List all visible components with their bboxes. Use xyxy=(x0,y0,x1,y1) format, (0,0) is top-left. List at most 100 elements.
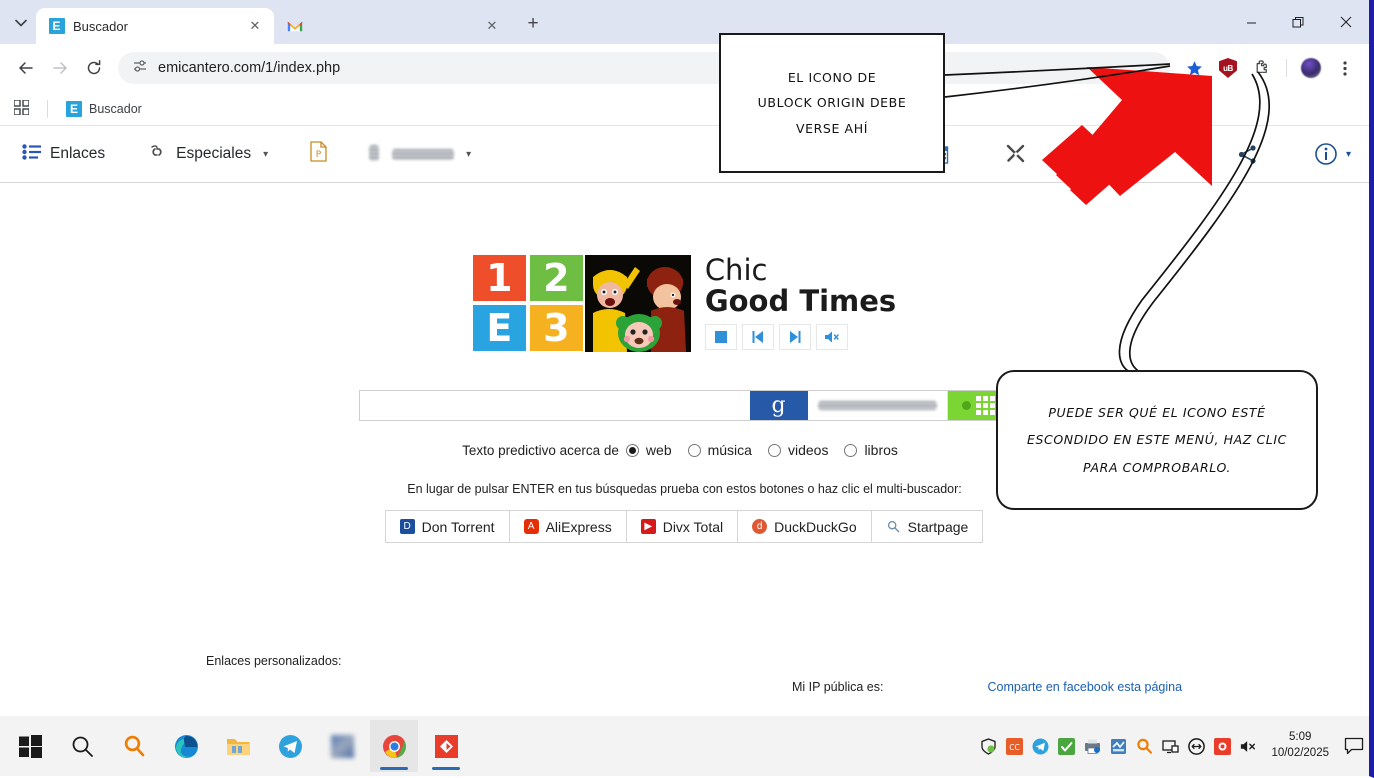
reload-icon[interactable] xyxy=(78,52,110,84)
display-tray-icon[interactable] xyxy=(1162,738,1180,755)
share-icon[interactable] xyxy=(1237,144,1258,165)
startpage-icon xyxy=(886,519,901,534)
close-icon[interactable]: ✕ xyxy=(483,17,501,35)
red-app-button[interactable] xyxy=(422,720,470,772)
aliexpress-icon: A xyxy=(523,519,539,534)
clock-time: 5:09 xyxy=(1289,731,1312,744)
file-explorer-button[interactable] xyxy=(214,720,262,772)
tab-search-icon[interactable] xyxy=(6,9,36,37)
custom-links-label: Enlaces personalizados: xyxy=(206,654,342,668)
telegram-button[interactable] xyxy=(266,720,314,772)
ip-row: Mi IP pública es: Comparte en facebook e… xyxy=(792,680,1182,694)
list-icon xyxy=(22,143,41,165)
network-tray-icon[interactable] xyxy=(1110,738,1127,755)
google-search-button[interactable]: g xyxy=(749,391,808,420)
toolbar-item-blurred[interactable]: ▾ xyxy=(369,145,471,163)
forward-icon[interactable] xyxy=(44,52,76,84)
blurred-icon xyxy=(369,145,383,163)
engine-button-startpage[interactable]: Startpage xyxy=(870,510,984,543)
close-icon[interactable]: ✕ xyxy=(246,17,264,35)
bookmark-label: Buscador xyxy=(89,101,142,116)
extensions-puzzle-icon[interactable] xyxy=(1246,52,1278,84)
everything-tray-icon[interactable] xyxy=(1136,738,1153,755)
search-input[interactable] xyxy=(359,391,750,420)
radio-label-web: web xyxy=(645,442,672,458)
close-button[interactable] xyxy=(1322,0,1369,44)
restore-button[interactable] xyxy=(1275,0,1322,44)
engine-button-divxtotal[interactable]: ▶ Divx Total xyxy=(625,510,739,543)
minimize-button[interactable] xyxy=(1228,0,1275,44)
toolbar-item-pdf[interactable]: P xyxy=(310,141,327,167)
engine-label: Divx Total xyxy=(662,518,724,535)
printer-icon[interactable] xyxy=(1084,738,1101,755)
bookmark-item-buscador[interactable]: E Buscador xyxy=(66,100,142,117)
mouse-tray-icon[interactable] xyxy=(1188,737,1206,755)
callout-hidden-menu: PUEDE SER QUÉ EL ICONO ESTÉ ESCONDIDO EN… xyxy=(996,370,1318,510)
antivirus-icon[interactable] xyxy=(1058,737,1076,755)
search-button[interactable] xyxy=(58,720,106,772)
engine-button-dontorrent[interactable]: D Don Torrent xyxy=(384,510,510,543)
back-icon[interactable] xyxy=(10,52,42,84)
radio-libros[interactable] xyxy=(844,443,858,457)
taskbar-clock[interactable]: 5:09 10/02/2025 xyxy=(1271,730,1329,761)
radio-label-musica: música xyxy=(707,442,752,458)
telegram-tray-icon[interactable] xyxy=(1032,738,1049,755)
windows-taskbar: CC 5:09 10/02/2025 xyxy=(0,716,1369,776)
tools-icon[interactable] xyxy=(1005,143,1027,165)
radio-musica[interactable] xyxy=(687,443,701,457)
brand-line-2: Good Times xyxy=(704,284,897,319)
volume-muted-icon[interactable] xyxy=(1240,738,1257,755)
chrome-browser-window: E Buscador ✕ ✕ + emicantero.com/1/index.… xyxy=(0,0,1369,718)
new-tab-button[interactable]: + xyxy=(519,10,547,38)
info-icon[interactable] xyxy=(1314,142,1338,166)
logo-tile-2: 2 xyxy=(529,255,583,301)
chevron-down-icon: ▾ xyxy=(263,148,269,160)
blurred-search-field[interactable] xyxy=(807,391,948,420)
radio-web[interactable] xyxy=(625,443,639,457)
three-dots-menu-icon[interactable] xyxy=(1329,52,1361,84)
engine-buttons: D Don Torrent A AliExpress ▶ Divx Total … xyxy=(0,510,1369,543)
toolbar-item-especiales[interactable]: Especiales ▾ xyxy=(147,144,268,165)
logo-tile-e: E xyxy=(472,305,526,351)
engine-button-aliexpress[interactable]: A AliExpress xyxy=(508,510,627,543)
next-button[interactable] xyxy=(778,323,811,350)
ip-label: Mi IP pública es: xyxy=(792,680,884,694)
favicon-e-icon: E xyxy=(66,100,82,117)
svg-text:CC: CC xyxy=(1010,743,1020,752)
radio-videos[interactable] xyxy=(767,443,781,457)
pdf-p-icon: P xyxy=(310,141,327,167)
everything-search-button[interactable] xyxy=(110,720,158,772)
edge-button[interactable] xyxy=(162,720,210,772)
mute-button[interactable] xyxy=(815,323,848,350)
duckduckgo-icon: d xyxy=(752,519,768,534)
avatar[interactable] xyxy=(1295,52,1327,84)
radio-label-videos: videos xyxy=(787,442,829,458)
engine-button-duckduckgo[interactable]: d DuckDuckGo xyxy=(737,510,872,543)
chevron-down-icon[interactable]: ▾ xyxy=(1346,149,1351,160)
link-icon xyxy=(147,144,167,165)
chevron-down-icon: ▾ xyxy=(466,148,472,160)
ccleaner-icon[interactable]: CC xyxy=(1006,737,1024,755)
bookmark-star-icon[interactable] xyxy=(1178,52,1210,84)
address-bar[interactable]: emicantero.com/1/index.php xyxy=(118,52,1170,84)
screen: E Buscador ✕ ✕ + emicantero.com/1/index.… xyxy=(0,0,1374,778)
toolbar-item-enlaces[interactable]: Enlaces xyxy=(22,143,105,165)
stop-button[interactable] xyxy=(704,323,737,350)
chrome-button[interactable] xyxy=(370,720,418,772)
security-shield-icon[interactable] xyxy=(980,737,997,755)
ublock-origin-extension-icon[interactable]: uB xyxy=(1212,52,1244,84)
red-tray-icon[interactable] xyxy=(1214,737,1232,755)
browser-tab-buscador[interactable]: E Buscador ✕ xyxy=(36,8,274,44)
site-settings-icon[interactable] xyxy=(132,58,148,79)
blurred-app-button[interactable] xyxy=(318,720,366,772)
callout-line: UBLOCK ORIGIN DEBE xyxy=(757,95,907,111)
notification-icon[interactable] xyxy=(1343,735,1365,757)
callout-line: PARA COMPROBARLO. xyxy=(1083,459,1231,475)
previous-button[interactable] xyxy=(741,323,774,350)
apps-grid-icon[interactable] xyxy=(13,98,30,118)
logo-tile-1: 1 xyxy=(472,255,526,301)
facebook-share-link[interactable]: Comparte en facebook esta página xyxy=(987,680,1182,694)
clock-date: 10/02/2025 xyxy=(1271,747,1329,759)
start-button[interactable] xyxy=(6,720,54,772)
browser-tab-gmail[interactable]: ✕ xyxy=(274,8,511,44)
